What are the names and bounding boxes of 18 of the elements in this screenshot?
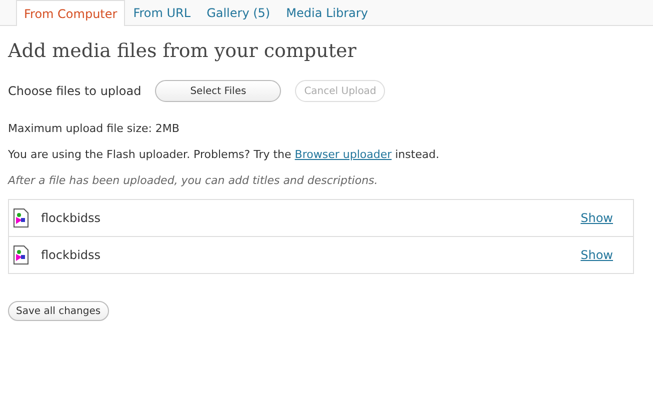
- file-name: flockbidss: [41, 211, 102, 225]
- show-link[interactable]: Show: [580, 211, 613, 225]
- upload-label: Choose files to upload: [8, 84, 142, 98]
- max-size-text: Maximum upload file size: 2MB: [8, 122, 180, 135]
- tab[interactable]: From URL: [125, 0, 199, 25]
- tab[interactable]: From Computer: [16, 0, 126, 26]
- hint-text: After a file has been uploaded, you can add titles and descriptions.: [8, 174, 379, 187]
- broken-image-icon: [13, 245, 29, 265]
- show-link[interactable]: Show: [580, 248, 613, 262]
- page-heading: Add media files from your computer: [8, 40, 358, 62]
- tab[interactable]: Gallery (5): [198, 0, 278, 25]
- save-button[interactable]: Save all changes: [8, 301, 109, 321]
- file-name: flockbidss: [41, 248, 102, 262]
- browser-uploader-link[interactable]: Browser uploader: [294, 148, 392, 161]
- broken-image-icon: [13, 208, 29, 228]
- select-files-button[interactable]: Select Files: [155, 80, 282, 102]
- tab[interactable]: Media Library: [278, 0, 376, 25]
- flash-note: You are using the Flash uploader. Problems? Try the Browser uploader instead.: [8, 148, 440, 161]
